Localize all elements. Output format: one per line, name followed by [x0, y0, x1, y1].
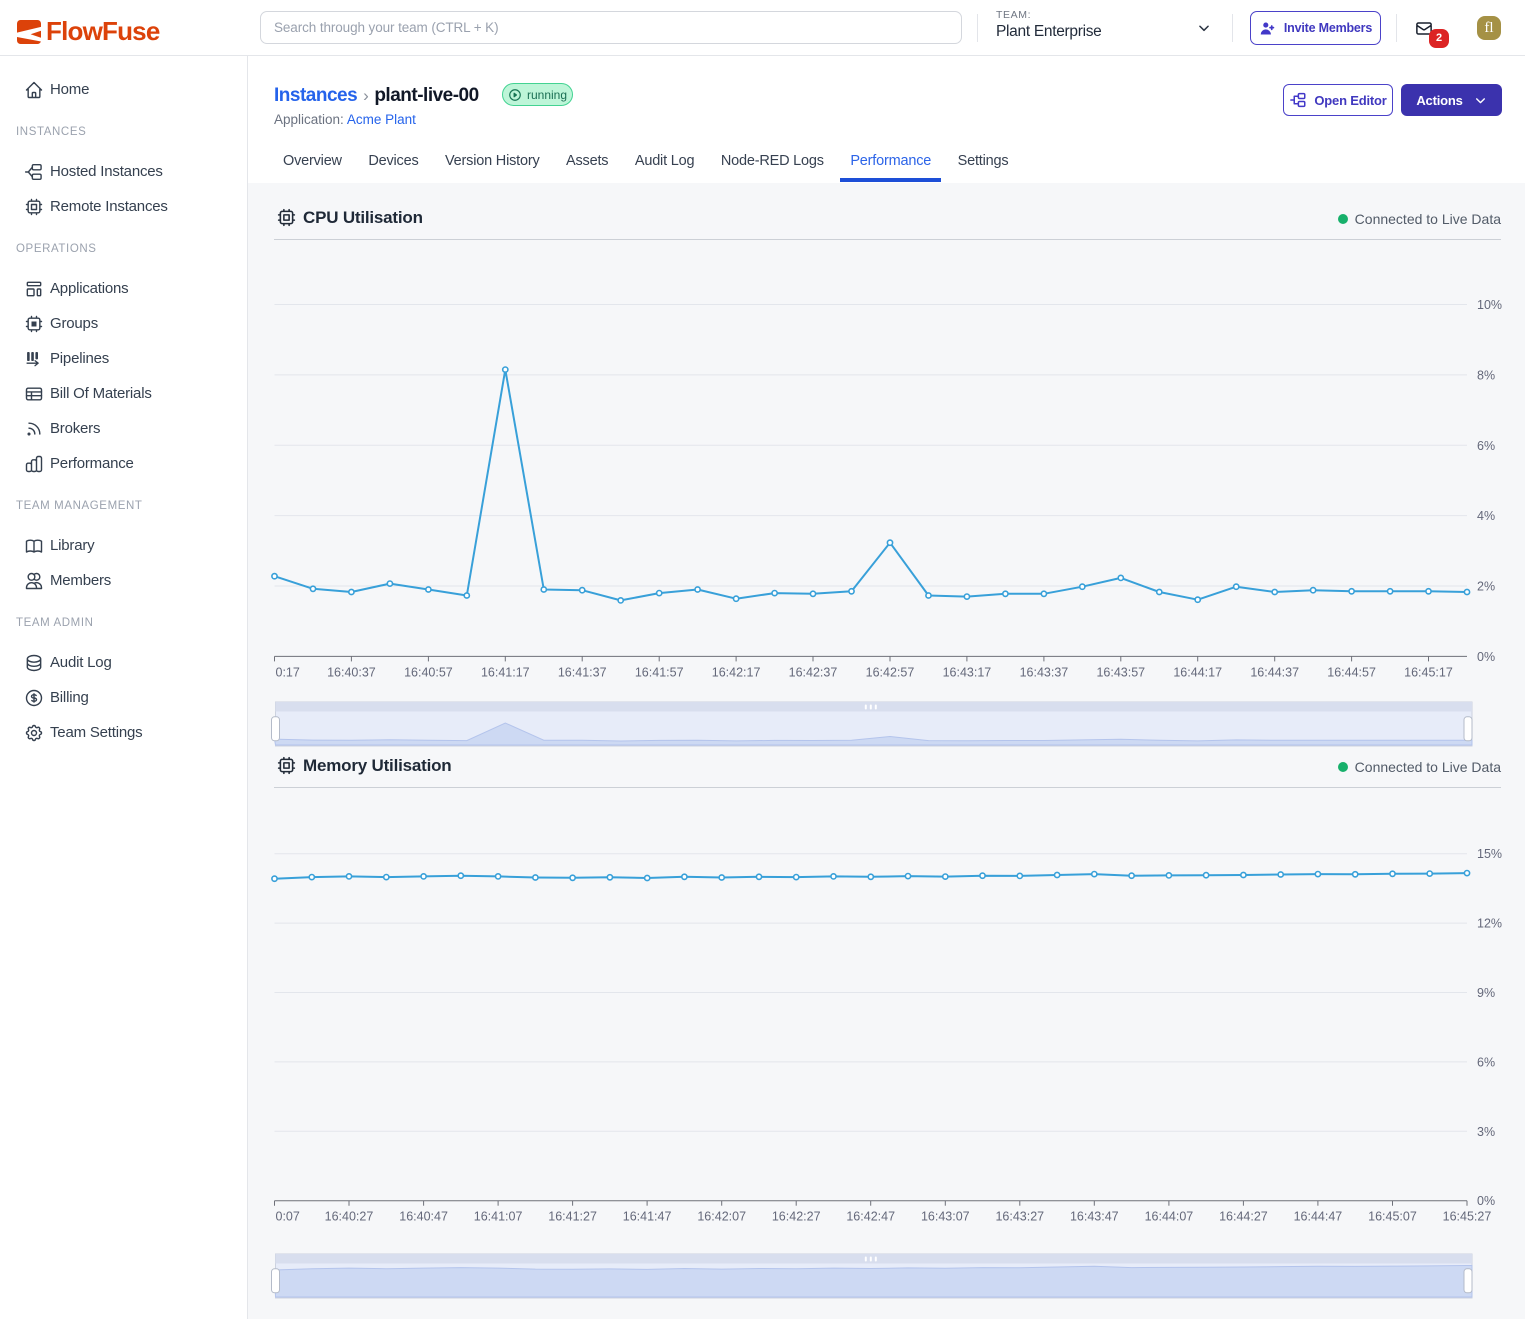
svg-text:6%: 6%	[1477, 439, 1495, 453]
svg-text:0:07: 0:07	[276, 1210, 300, 1224]
svg-text:0%: 0%	[1477, 1194, 1495, 1208]
svg-text:16:41:17: 16:41:17	[481, 665, 530, 679]
svg-text:0%: 0%	[1477, 650, 1495, 664]
svg-text:16:41:57: 16:41:57	[635, 665, 684, 679]
svg-text:16:42:47: 16:42:47	[846, 1210, 895, 1224]
svg-text:16:43:37: 16:43:37	[1020, 665, 1069, 679]
svg-text:16:42:37: 16:42:37	[789, 665, 838, 679]
svg-text:16:40:37: 16:40:37	[327, 665, 376, 679]
svg-text:16:42:07: 16:42:07	[697, 1210, 746, 1224]
svg-text:16:40:27: 16:40:27	[325, 1210, 374, 1224]
svg-text:16:44:07: 16:44:07	[1145, 1210, 1194, 1224]
svg-text:16:42:57: 16:42:57	[866, 665, 915, 679]
svg-text:16:40:47: 16:40:47	[399, 1210, 448, 1224]
svg-text:0:17: 0:17	[276, 665, 300, 679]
svg-text:16:42:17: 16:42:17	[712, 665, 761, 679]
svg-text:16:43:57: 16:43:57	[1096, 665, 1145, 679]
svg-text:9%: 9%	[1477, 986, 1495, 1000]
svg-text:16:43:17: 16:43:17	[943, 665, 992, 679]
svg-text:16:44:27: 16:44:27	[1219, 1210, 1268, 1224]
svg-text:16:44:17: 16:44:17	[1173, 665, 1222, 679]
svg-text:6%: 6%	[1477, 1055, 1495, 1069]
svg-text:16:45:27: 16:45:27	[1443, 1210, 1492, 1224]
svg-text:12%: 12%	[1477, 917, 1502, 931]
svg-text:16:43:47: 16:43:47	[1070, 1210, 1119, 1224]
svg-text:16:41:27: 16:41:27	[548, 1210, 597, 1224]
svg-text:3%: 3%	[1477, 1125, 1495, 1139]
svg-text:16:41:47: 16:41:47	[623, 1210, 672, 1224]
svg-text:16:45:07: 16:45:07	[1368, 1210, 1417, 1224]
svg-text:16:44:57: 16:44:57	[1327, 665, 1376, 679]
svg-text:4%: 4%	[1477, 509, 1495, 523]
svg-text:16:42:27: 16:42:27	[772, 1210, 821, 1224]
svg-text:16:44:47: 16:44:47	[1294, 1210, 1343, 1224]
svg-text:16:44:37: 16:44:37	[1250, 665, 1299, 679]
svg-text:16:40:57: 16:40:57	[404, 665, 453, 679]
svg-text:16:41:07: 16:41:07	[474, 1210, 523, 1224]
svg-text:2%: 2%	[1477, 580, 1495, 594]
svg-text:16:43:07: 16:43:07	[921, 1210, 970, 1224]
svg-text:16:41:37: 16:41:37	[558, 665, 607, 679]
svg-text:15%: 15%	[1477, 847, 1502, 861]
svg-text:10%: 10%	[1477, 298, 1502, 312]
svg-text:16:45:17: 16:45:17	[1404, 665, 1453, 679]
svg-text:8%: 8%	[1477, 368, 1495, 382]
svg-text:16:43:27: 16:43:27	[995, 1210, 1044, 1224]
